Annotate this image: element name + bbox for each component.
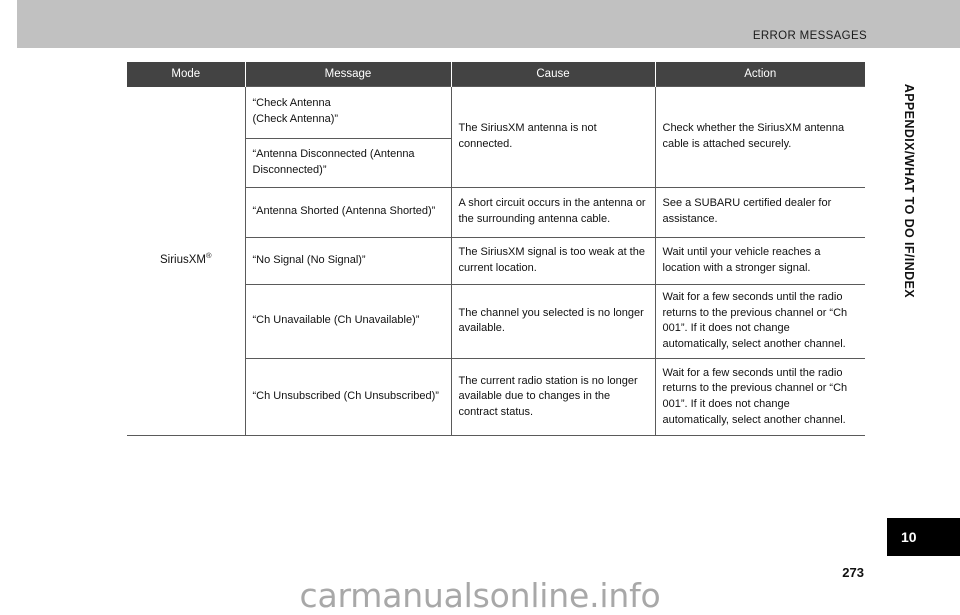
- cell-cause-antenna-not-connected: The SiriusXM antenna is not connected.: [451, 86, 656, 188]
- cell-message-antenna-shorted: “Antenna Shorted (Antenna Shorted)”: [245, 187, 452, 238]
- cell-cause-signal-weak: The SiriusXM signal is too weak at the c…: [451, 237, 656, 285]
- table-row: SiriusXM® “Check Antenna (Check Antenna)…: [127, 86, 865, 437]
- cell-cause-short-circuit: A short circuit occurs in the antenna or…: [451, 187, 656, 238]
- page-header-title: ERROR MESSAGES: [752, 30, 867, 42]
- cell-cause-contract-status: The current radio station is no longer a…: [451, 358, 656, 437]
- cell-action-see-dealer: See a SUBARU certified dealer for assist…: [655, 187, 865, 238]
- mode-label: SiriusXM: [159, 254, 206, 267]
- registered-trademark-icon: ®: [205, 251, 212, 261]
- cell-action-wait-channel-unsubscribed: Wait for a few seconds until the radio r…: [655, 358, 865, 437]
- error-messages-table: Mode Message Cause Action SiriusXM® “Che…: [127, 62, 865, 437]
- column-header-message: Message: [245, 62, 452, 87]
- watermark: carmanualsonline.info: [299, 576, 661, 615]
- cell-message-ch-unsubscribed: “Ch Unsubscribed (Ch Unsubscribed)”: [245, 358, 452, 437]
- cell-action-wait-channel-unavailable: Wait for a few seconds until the radio r…: [655, 283, 865, 360]
- cell-cause-channel-unavailable: The channel you selected is no longer av…: [451, 283, 656, 360]
- column-header-action: Action: [655, 62, 865, 87]
- chapter-number: 10: [901, 529, 917, 545]
- column-header-cause: Cause: [451, 62, 656, 87]
- chapter-tab: 10: [887, 518, 960, 556]
- table-header-row: Mode Message Cause Action: [127, 62, 865, 87]
- cell-message-no-signal: “No Signal (No Signal)”: [245, 237, 452, 285]
- page-header-band: ERROR MESSAGES: [17, 0, 960, 48]
- cell-message-check-antenna: “Check Antenna (Check Antenna)”: [245, 86, 452, 139]
- cell-mode-siriusxm: SiriusXM®: [127, 86, 246, 437]
- section-vertical-label: APPENDIX/WHAT TO DO IF/INDEX: [902, 83, 916, 298]
- cell-action-stronger-signal: Wait until your vehicle reaches a locati…: [655, 237, 865, 285]
- cell-action-check-cable: Check whether the SiriusXM antenna cable…: [655, 86, 865, 188]
- cell-message-ch-unavailable: “Ch Unavailable (Ch Unavailable)”: [245, 283, 452, 360]
- cell-message-antenna-disconnected: “Antenna Disconnected (Antenna Disconnec…: [245, 138, 452, 188]
- column-header-mode: Mode: [127, 62, 246, 87]
- error-messages-table-container: Mode Message Cause Action SiriusXM® “Che…: [127, 62, 865, 437]
